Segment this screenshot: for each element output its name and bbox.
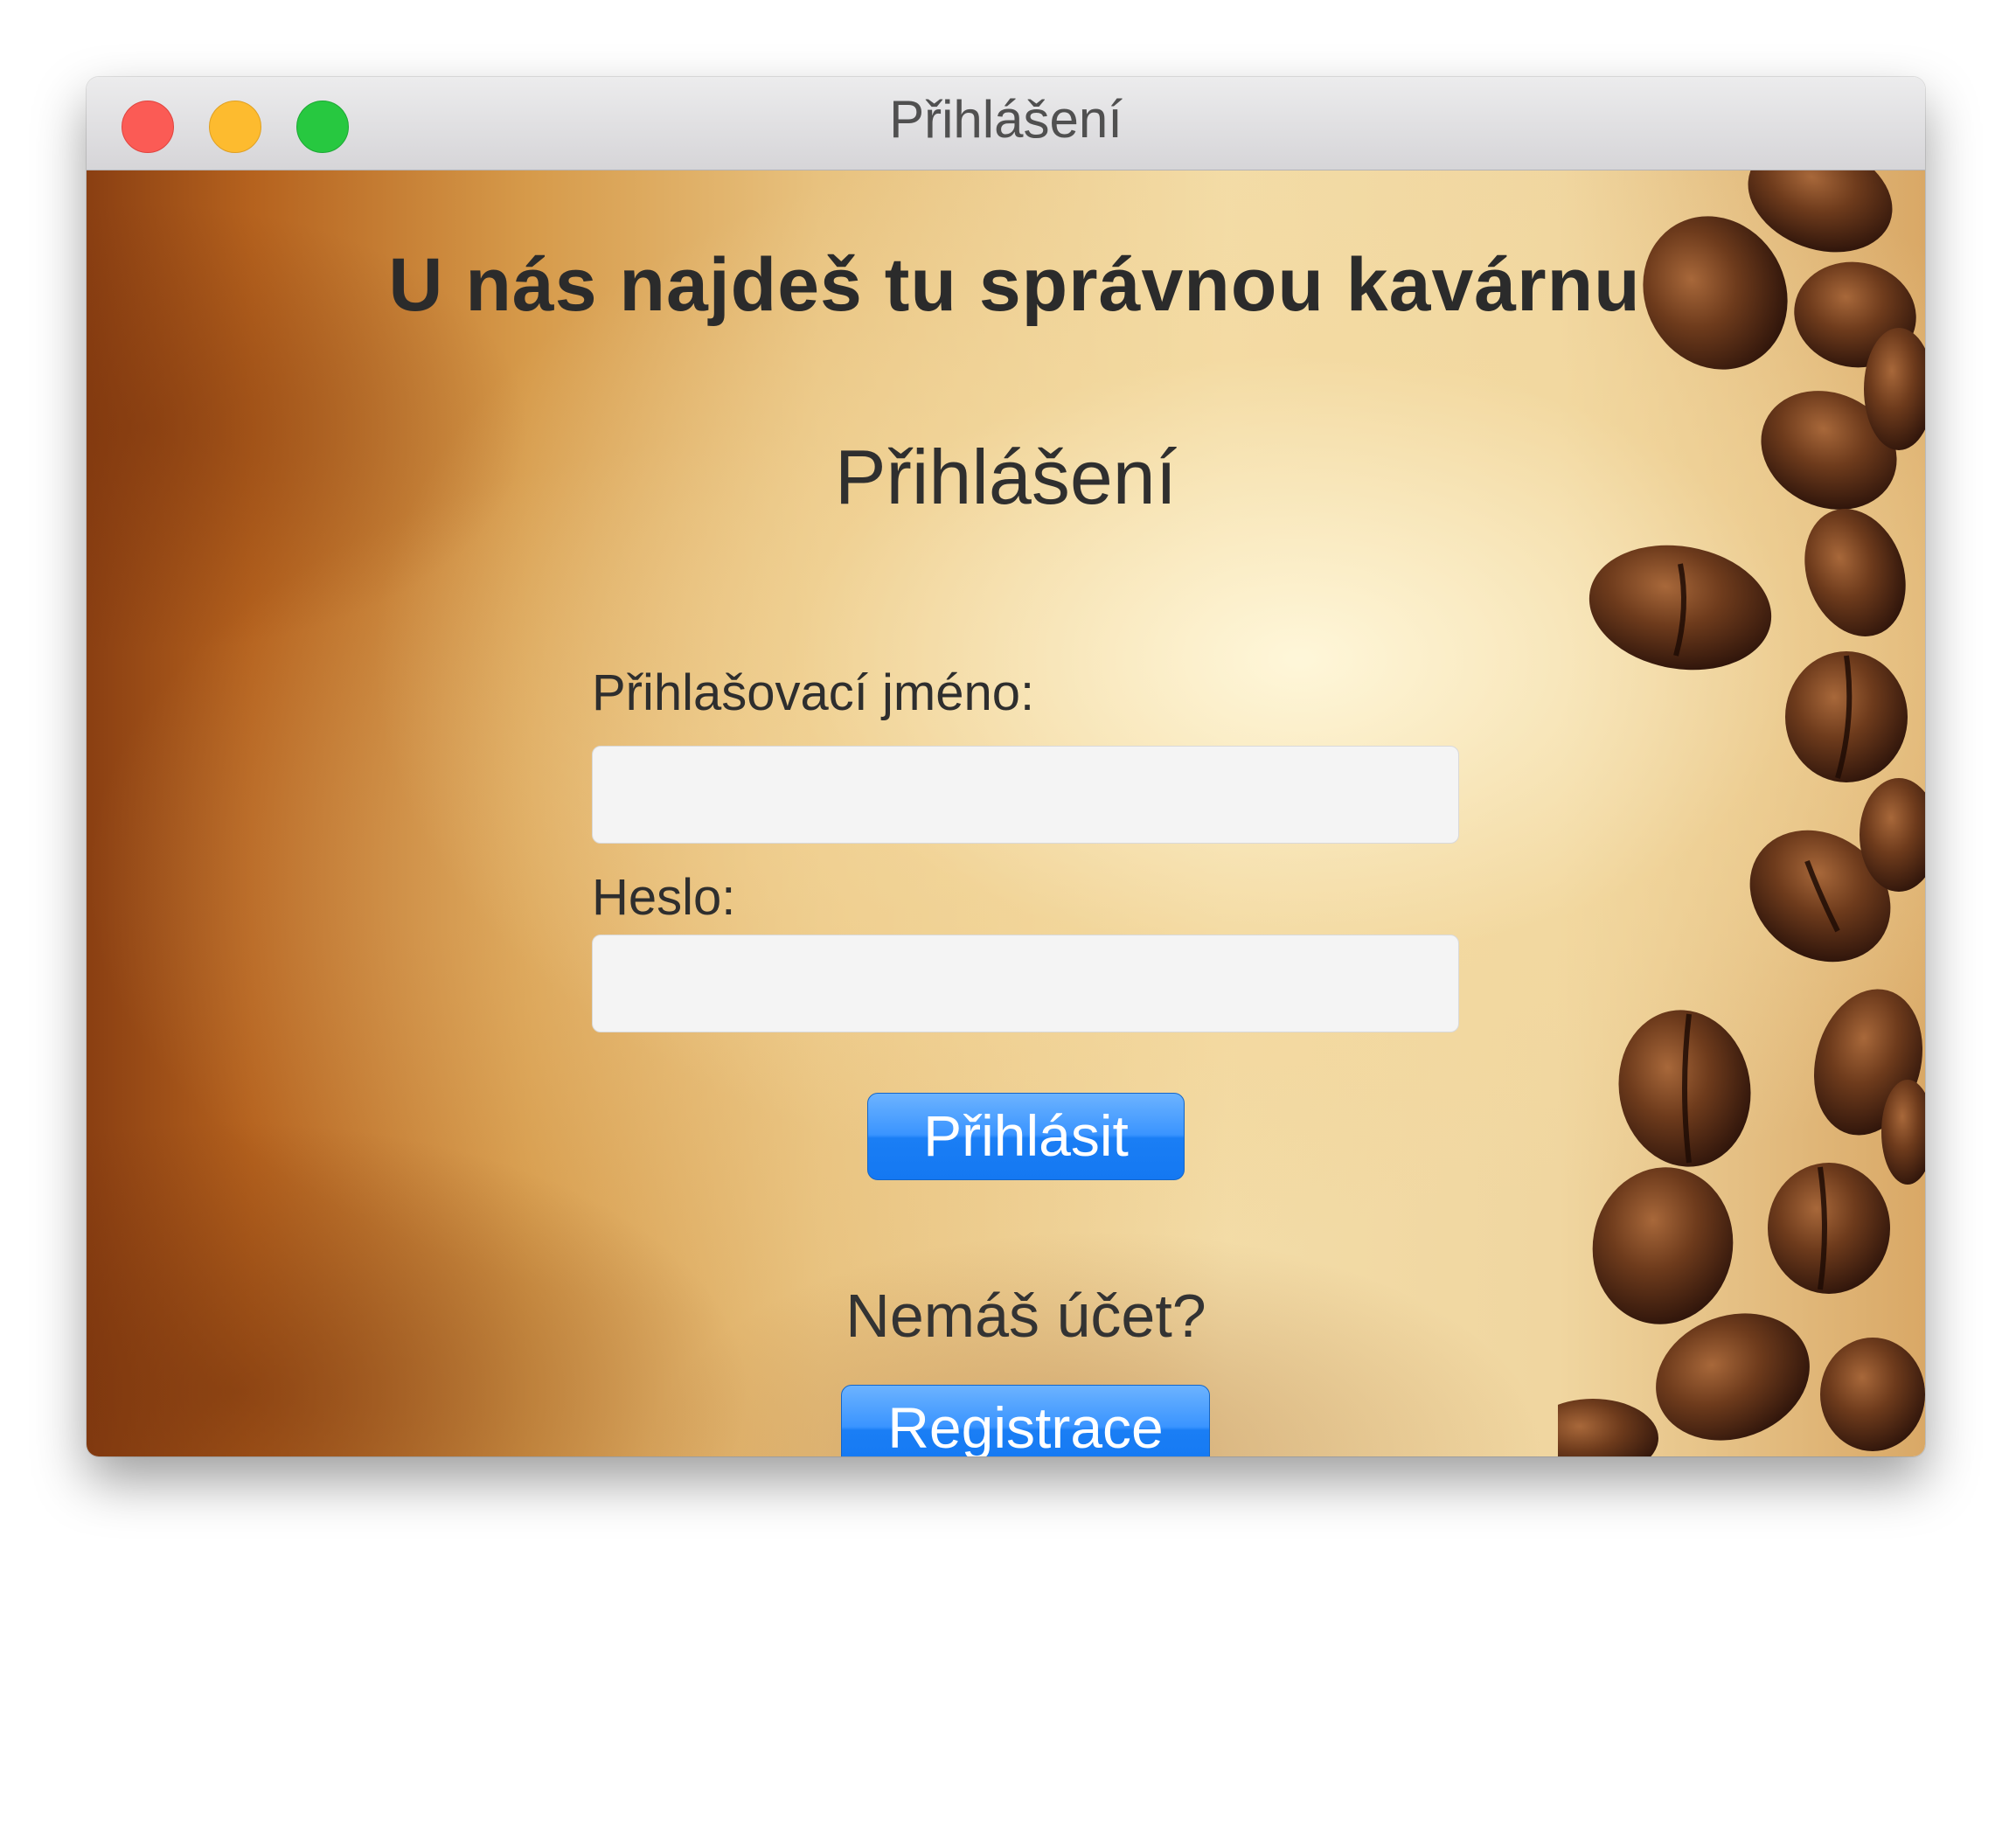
password-label: Heslo: bbox=[592, 869, 736, 926]
coffee-beans-background bbox=[1558, 170, 1925, 1456]
username-field[interactable] bbox=[592, 746, 1459, 844]
login-content: U nás najdeš tu správnou kavárnu Přihláš… bbox=[87, 170, 1925, 1456]
title-bar[interactable]: Přihlášení bbox=[87, 77, 1925, 170]
register-button[interactable]: Registrace bbox=[841, 1385, 1210, 1456]
login-button[interactable]: Přihlásit bbox=[867, 1093, 1185, 1180]
page-headline: U nás najdeš tu správnou kavárnu bbox=[388, 243, 1641, 327]
password-field[interactable] bbox=[592, 935, 1459, 1032]
login-form-title: Přihlášení bbox=[834, 434, 1178, 520]
no-account-prompt: Nemáš účet? bbox=[845, 1282, 1206, 1350]
username-label: Přihlašovací jméno: bbox=[592, 664, 1035, 721]
window-title: Přihlášení bbox=[889, 90, 1123, 149]
login-window: Přihlášení U nás najdeš tu správnou kavá… bbox=[87, 77, 1925, 1456]
